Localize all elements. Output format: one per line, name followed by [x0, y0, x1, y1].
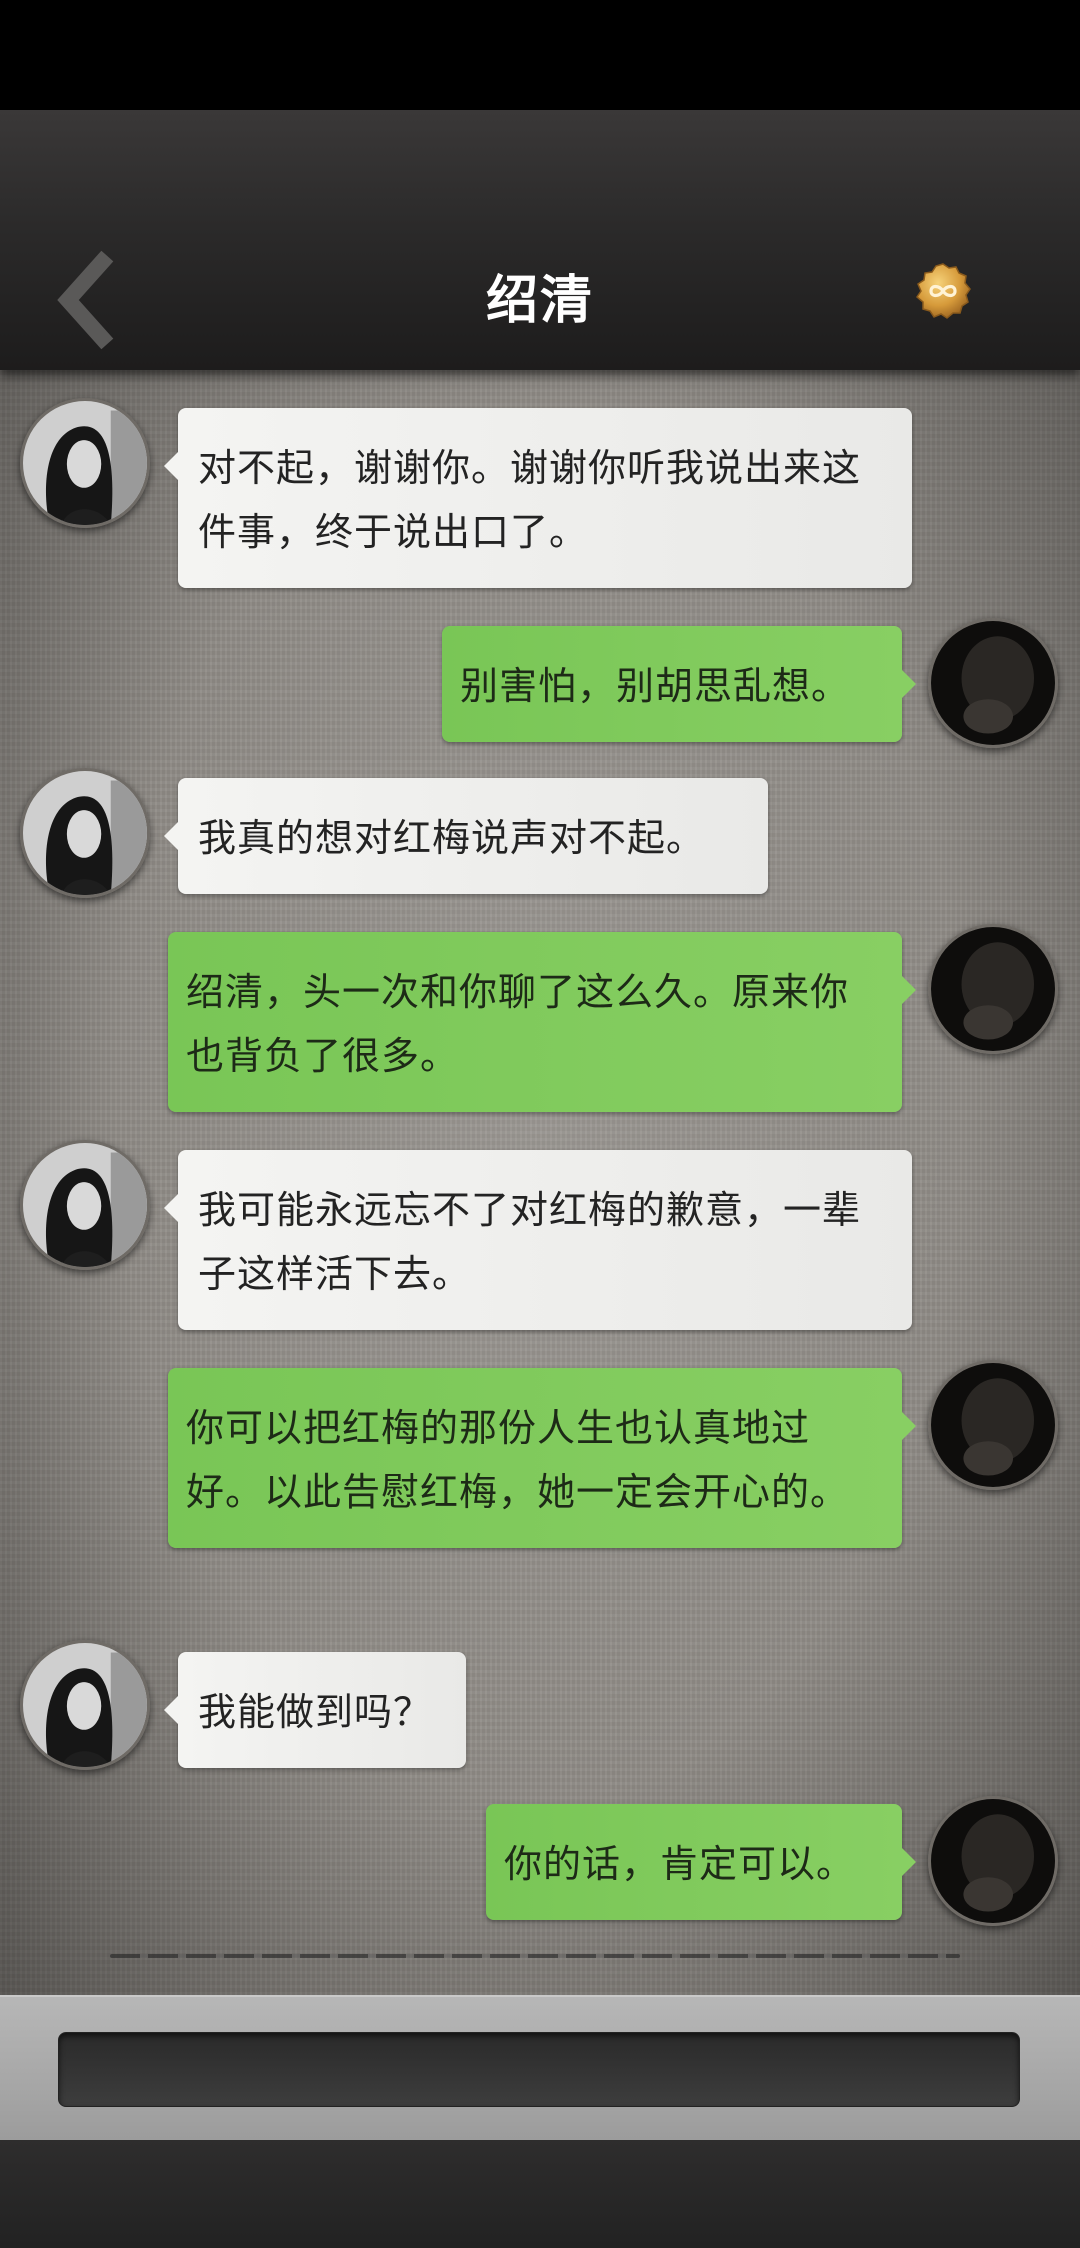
- contact-avatar[interactable]: [20, 768, 150, 898]
- message-text: 别害怕，别胡思乱想。: [460, 664, 851, 708]
- woman-portrait-icon: [23, 1143, 147, 1267]
- contact-avatar[interactable]: [20, 398, 150, 528]
- message-text: 对不起，谢谢你。谢谢你听我说出来这件事，终于说出口了。: [198, 446, 862, 554]
- message-bubble-incoming[interactable]: 我可能永远忘不了对红梅的歉意，一辈子这样活下去。: [164, 1150, 912, 1330]
- message-bubble-outgoing[interactable]: 你的话，肯定可以。: [486, 1804, 916, 1920]
- message-bubble-incoming[interactable]: 对不起，谢谢你。谢谢你听我说出来这件事，终于说出口了。: [164, 408, 912, 588]
- message-bubble-outgoing[interactable]: 别害怕，别胡思乱想。: [442, 626, 916, 742]
- player-avatar[interactable]: [928, 1360, 1058, 1490]
- contact-avatar[interactable]: [20, 1640, 150, 1770]
- status-bar: [0, 0, 1080, 110]
- header-bar: 绍清: [0, 110, 1080, 370]
- woman-portrait-icon: [23, 771, 147, 895]
- woman-portrait-icon: [23, 1643, 147, 1767]
- message-bubble-outgoing[interactable]: 你可以把红梅的那份人生也认真地过好。以此告慰红梅，她一定会开心的。: [168, 1368, 916, 1548]
- woman-portrait-icon: [23, 401, 147, 525]
- player-avatar[interactable]: [928, 1796, 1058, 1926]
- message-text: 我可能永远忘不了对红梅的歉意，一辈子这样活下去。: [198, 1188, 862, 1296]
- message-bubble-incoming[interactable]: 我能做到吗？: [164, 1652, 466, 1768]
- message-input[interactable]: [58, 2032, 1020, 2107]
- message-text: 我能做到吗？: [198, 1690, 433, 1734]
- player-avatar[interactable]: [928, 924, 1058, 1054]
- dark-silhouette-icon: [931, 1363, 1055, 1487]
- message-text: 绍清，头一次和你聊了这么久。原来你也背负了很多。: [186, 970, 850, 1078]
- divider: [110, 1954, 960, 1958]
- message-bubble-incoming[interactable]: 我真的想对红梅说声对不起。: [164, 778, 768, 894]
- dark-silhouette-icon: [931, 927, 1055, 1051]
- infinity-coin-icon: [916, 263, 971, 319]
- message-bubble-outgoing[interactable]: 绍清，头一次和你聊了这么久。原来你也背负了很多。: [168, 932, 916, 1112]
- message-text: 你的话，肯定可以。: [504, 1842, 856, 1886]
- dark-silhouette-icon: [931, 1799, 1055, 1923]
- footer-bar: [0, 2140, 1080, 2248]
- message-text: 我真的想对红梅说声对不起。: [198, 816, 706, 860]
- player-avatar[interactable]: [928, 618, 1058, 748]
- input-bar: [0, 1995, 1080, 2140]
- dark-silhouette-icon: [931, 621, 1055, 745]
- message-text: 你可以把红梅的那份人生也认真地过好。以此告慰红梅，她一定会开心的。: [186, 1406, 850, 1514]
- chat-area[interactable]: 对不起，谢谢你。谢谢你听我说出来这件事，终于说出口了。 别害怕，别胡思乱想。 我…: [0, 370, 1080, 1995]
- contact-avatar[interactable]: [20, 1140, 150, 1270]
- coin-button[interactable]: [914, 262, 972, 320]
